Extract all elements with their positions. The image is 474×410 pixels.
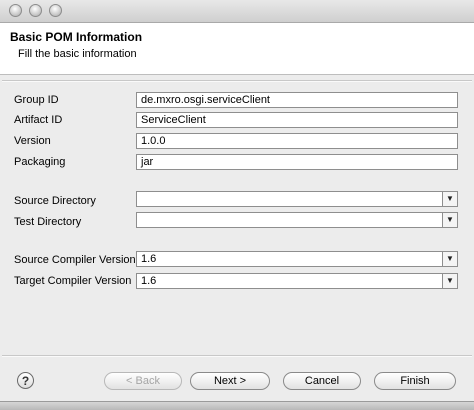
finish-button[interactable]: Finish xyxy=(374,372,456,390)
header-subtitle: Fill the basic information xyxy=(18,48,137,60)
help-icon[interactable]: ? xyxy=(17,372,34,389)
test-directory-combo[interactable]: ▼ xyxy=(136,212,458,228)
chevron-down-icon[interactable]: ▼ xyxy=(442,192,457,206)
target-compiler-value: 1.6 xyxy=(141,275,157,287)
target-compiler-label: Target Compiler Version xyxy=(14,275,132,287)
test-directory-label: Test Directory xyxy=(14,216,82,228)
artifact-id-label: Artifact ID xyxy=(14,114,63,126)
next-button[interactable]: Next > xyxy=(190,372,270,390)
back-button[interactable]: < Back xyxy=(104,372,182,390)
group-id-label: Group ID xyxy=(14,94,59,106)
zoom-window-button[interactable] xyxy=(49,4,62,17)
source-compiler-combo[interactable]: 1.6 ▼ xyxy=(136,251,458,267)
wizard-header: Basic POM Information Fill the basic inf… xyxy=(0,23,474,75)
chevron-down-icon[interactable]: ▼ xyxy=(442,213,457,227)
cancel-button[interactable]: Cancel xyxy=(283,372,361,390)
source-compiler-label: Source Compiler Version xyxy=(14,254,136,266)
artifact-id-field[interactable]: ServiceClient xyxy=(136,112,458,128)
version-field[interactable]: 1.0.0 xyxy=(136,133,458,149)
minimize-window-button[interactable] xyxy=(29,4,42,17)
version-label: Version xyxy=(14,135,51,147)
window-titlebar xyxy=(0,0,474,23)
source-directory-combo[interactable]: ▼ xyxy=(136,191,458,207)
chevron-down-icon[interactable]: ▼ xyxy=(442,274,457,288)
source-directory-label: Source Directory xyxy=(14,195,96,207)
target-compiler-combo[interactable]: 1.6 ▼ xyxy=(136,273,458,289)
group-id-field[interactable]: de.mxro.osgi.serviceClient xyxy=(136,92,458,108)
header-title: Basic POM Information xyxy=(10,30,143,44)
close-window-button[interactable] xyxy=(9,4,22,17)
divider xyxy=(2,355,472,357)
source-compiler-value: 1.6 xyxy=(141,253,157,265)
divider xyxy=(2,80,472,82)
packaging-label: Packaging xyxy=(14,156,66,168)
packaging-field[interactable]: jar xyxy=(136,154,458,170)
chevron-down-icon[interactable]: ▼ xyxy=(442,252,457,266)
